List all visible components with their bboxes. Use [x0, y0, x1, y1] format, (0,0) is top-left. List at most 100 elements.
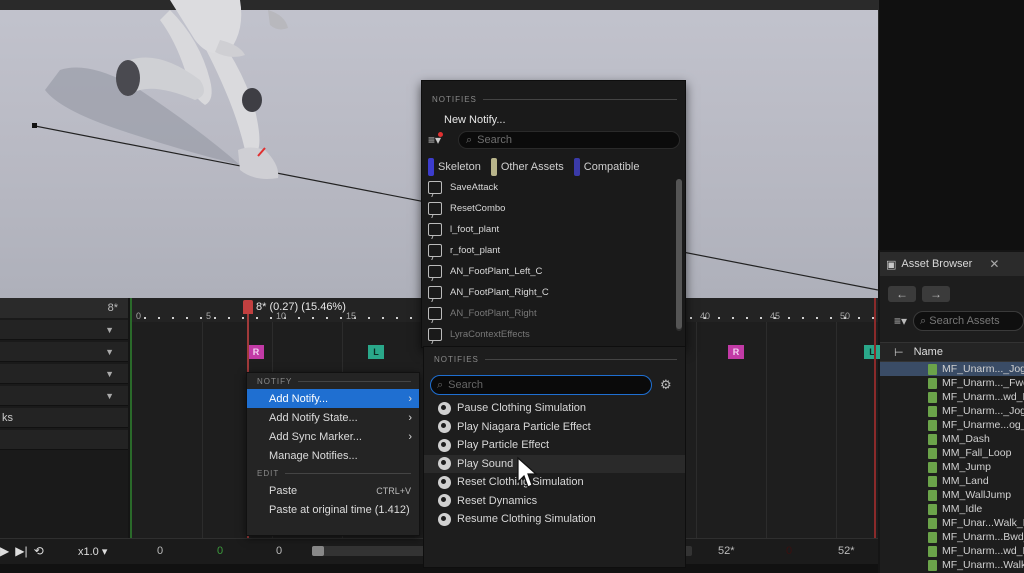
asset-list-item[interactable]: MF_Unar...Walk_B [880, 516, 1024, 530]
asset-browser-title: Asset Browser [901, 258, 973, 270]
close-icon[interactable]: ✕ [989, 257, 999, 271]
notify-icon [428, 223, 442, 236]
filter-tab[interactable]: Skeleton [428, 158, 481, 176]
range-field[interactable]: 0 [786, 545, 792, 557]
notify-search-placeholder: Search [448, 379, 484, 391]
builtin-notify-item[interactable]: Play Particle Effect [424, 436, 685, 455]
notify-list-item[interactable]: ResetCombo [422, 198, 677, 219]
notify-list-item[interactable]: AN_FootPlant_Right_C [422, 282, 677, 303]
playhead-handle[interactable] [243, 300, 253, 314]
filter-tab[interactable]: Other Assets [490, 158, 564, 176]
notify-list-item[interactable]: r_foot_plant [422, 240, 677, 261]
playback-speed-dropdown[interactable]: x1.0 ▾ [78, 545, 107, 558]
range-field[interactable]: 52* [718, 545, 735, 557]
notify-icon [428, 328, 442, 341]
menu-item-add-notify-state[interactable]: Add Notify State... › [247, 408, 419, 427]
panel-section-header: NOTIFIES [424, 351, 685, 367]
asset-list-item[interactable]: MF_Unarm...Bwd_ [880, 530, 1024, 544]
asset-name: MF_Unarm...Walk [942, 559, 1024, 571]
animation-asset-icon [928, 503, 937, 515]
asset-name: MF_Unar...Walk_B [942, 517, 1024, 529]
notify-marker-r[interactable]: R [728, 345, 744, 359]
history-nav: ← → [880, 282, 1024, 306]
notify-list-item[interactable]: LyraContextEffects [422, 324, 677, 345]
notify-item-label: l_foot_plant [450, 224, 500, 235]
builtin-notify-item[interactable]: Play Sound [424, 454, 685, 473]
asset-list-item[interactable]: MF_Unarm..._Fwd [880, 376, 1024, 390]
popup-filter-tabs: Skeleton Other Assets Compatible [422, 157, 685, 177]
notify-marker-l[interactable]: L [368, 345, 384, 359]
asset-list-item[interactable]: MF_Unarm...Walk [880, 558, 1024, 572]
skip-end-icon[interactable]: ▶| [15, 544, 27, 558]
popup-search-input[interactable]: ⌕ Search [458, 131, 680, 149]
asset-list-item[interactable]: MF_Unarm..._Jog [880, 404, 1024, 418]
scrollbar-thumb[interactable] [676, 179, 682, 329]
builtin-notify-item[interactable]: Play Niagara Particle Effect [424, 418, 685, 437]
range-field[interactable]: 0 [217, 545, 223, 557]
gear-icon[interactable]: ⚙ [660, 377, 672, 393]
filter-tab[interactable]: Compatible [573, 158, 639, 176]
notify-list-item[interactable]: AN_FootPlant_Left_C [422, 261, 677, 282]
range-field[interactable]: 52* [838, 545, 855, 557]
menu-item-add-sync-marker[interactable]: Add Sync Marker... › [247, 427, 419, 446]
builtin-notify-item[interactable]: Pause Clothing Simulation [424, 399, 685, 418]
notify-list-item[interactable]: SaveAttack [422, 177, 677, 198]
asset-list-item[interactable]: MM_Land [880, 474, 1024, 488]
dropdown-arrow-icon[interactable]: ▼ [105, 325, 114, 335]
asset-search-input[interactable]: ⌕ Search Assets [913, 311, 1024, 331]
back-arrow-icon[interactable]: ← [888, 286, 916, 302]
track-row[interactable] [0, 430, 128, 450]
scrollbar-thumb[interactable] [312, 546, 324, 556]
notify-list-item[interactable]: l_foot_plant [422, 219, 677, 240]
asset-list-item[interactable]: MM_Idle [880, 502, 1024, 516]
track-row[interactable]: ▼ [0, 364, 128, 384]
dropdown-arrow-icon[interactable]: ▼ [105, 347, 114, 357]
filter-icon[interactable]: ≡▾ [428, 132, 454, 147]
builtin-notify-label: Play Sound [457, 457, 514, 470]
track-row-label[interactable]: ks [0, 408, 128, 428]
asset-search-row: ≡▾ ⌕ Search Assets [880, 308, 1024, 334]
menu-item-manage-notifies[interactable]: Manage Notifies... [247, 446, 419, 465]
asset-list-item[interactable]: MF_Unarm...wd_R [880, 390, 1024, 404]
ruler-tick: 50 [840, 311, 851, 321]
asset-name: MM_Fall_Loop [942, 447, 1012, 459]
popup-scrollbar[interactable] [676, 179, 682, 331]
notify-marker-l[interactable]: L [864, 345, 880, 359]
notify-list-item[interactable]: AN_FootPlant_Right [422, 303, 677, 324]
track-frame-field[interactable]: 8* [0, 298, 128, 318]
menu-item-paste[interactable]: Paste CTRL+V [247, 481, 419, 500]
range-field[interactable]: 0 [157, 545, 163, 557]
notify-marker-r[interactable]: R [248, 345, 264, 359]
new-notify-item[interactable]: New Notify... [422, 111, 685, 129]
asset-list-header[interactable]: ⊢ Name [880, 342, 1024, 362]
loop-icon[interactable]: ⟲ [34, 544, 44, 558]
builtin-notify-item[interactable]: Reset Clothing Simulation [424, 473, 685, 492]
notify-search-input[interactable]: ⌕ Search [430, 375, 652, 395]
name-column-header[interactable]: Name [914, 346, 943, 358]
filter-icon[interactable]: ≡▾ [894, 314, 907, 328]
asset-list-item[interactable]: MM_Jump [880, 460, 1024, 474]
grid-line [836, 322, 837, 538]
menu-item-paste-original-time[interactable]: Paste at original time (1.412) [247, 500, 419, 519]
asset-list-item[interactable]: MF_Unarme...og_l [880, 418, 1024, 432]
filter-active-dot [438, 132, 443, 137]
dropdown-arrow-icon[interactable]: ▼ [105, 391, 114, 401]
play-icon[interactable]: ▶ [0, 544, 9, 558]
asset-list-item[interactable]: MM_Fall_Loop [880, 446, 1024, 460]
asset-list-item[interactable]: MM_Dash [880, 432, 1024, 446]
notify-type-icon [438, 401, 451, 415]
track-row[interactable]: ▼ [0, 320, 128, 340]
asset-list-item[interactable]: MF_Unarm...wd_R [880, 544, 1024, 558]
menu-item-add-notify[interactable]: Add Notify... › [247, 389, 419, 408]
track-row[interactable]: ▼ [0, 342, 128, 362]
asset-list-item[interactable]: MF_Unarm..._Jog [880, 362, 1024, 376]
asset-browser-tab[interactable]: ▣ Asset Browser ✕ [880, 252, 1024, 276]
range-field[interactable]: 0 [276, 545, 282, 557]
builtin-notify-item[interactable]: Resume Clothing Simulation [424, 510, 685, 529]
forward-arrow-icon[interactable]: → [922, 286, 950, 302]
builtin-notify-item[interactable]: Reset Dynamics [424, 492, 685, 511]
asset-list-item[interactable]: MM_WallJump [880, 488, 1024, 502]
track-row[interactable]: ▼ [0, 386, 128, 406]
menu-item-label: Paste at original time (1.412) [269, 503, 410, 516]
dropdown-arrow-icon[interactable]: ▼ [105, 369, 114, 379]
